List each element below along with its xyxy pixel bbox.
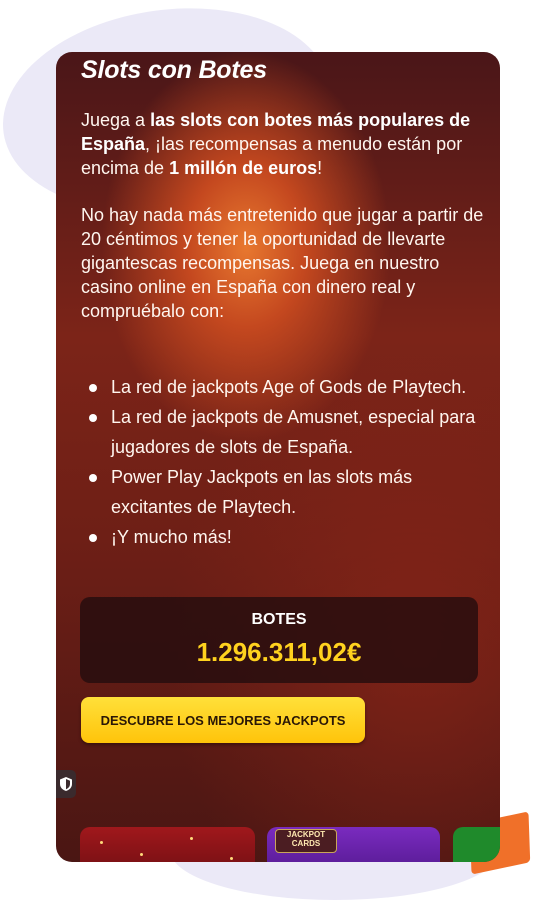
game-tile[interactable]: JACKPOT CARDS [267,827,440,862]
jackpot-amount: 1.296.311,02€ [196,637,362,667]
sparkle-decoration [140,853,143,856]
privacy-settings-button[interactable] [56,770,76,798]
discover-jackpots-button[interactable]: DESCUBRE LOS MEJORES JACKPOTS [81,697,365,743]
jackpot-counter: BOTES 1.296.311,02€ [80,597,478,683]
game-tile[interactable] [80,827,255,862]
intro-text-3: ! [317,158,323,178]
intro-text-1: Juega a [81,110,151,130]
jackpot-slots-card: Slots con Botes Juega a las slots con bo… [56,52,500,862]
description-paragraph: No hay nada más entretenido que jugar a … [81,205,484,321]
shield-icon [60,777,72,791]
sparkle-decoration [100,841,103,844]
intro-bold-2: 1 millón de euros [169,158,318,178]
intro-paragraph: Juega a las slots con botes más populare… [81,108,486,180]
list-item: Power Play Jackpots en las slots más exc… [81,462,491,522]
list-item: ¡Y mucho más! [81,522,491,552]
list-item: La red de jackpots Age of Gods de Playte… [81,372,491,402]
game-logo: JACKPOT CARDS [275,829,337,853]
sparkle-decoration [230,857,233,860]
section-title: Slots con Botes [81,56,267,84]
jackpot-label: BOTES [251,611,307,628]
list-item: La red de jackpots de Amusnet, especial … [81,402,491,462]
game-tile[interactable] [453,827,500,862]
feature-list: La red de jackpots Age of Gods de Playte… [81,372,491,552]
sparkle-decoration [190,837,193,840]
